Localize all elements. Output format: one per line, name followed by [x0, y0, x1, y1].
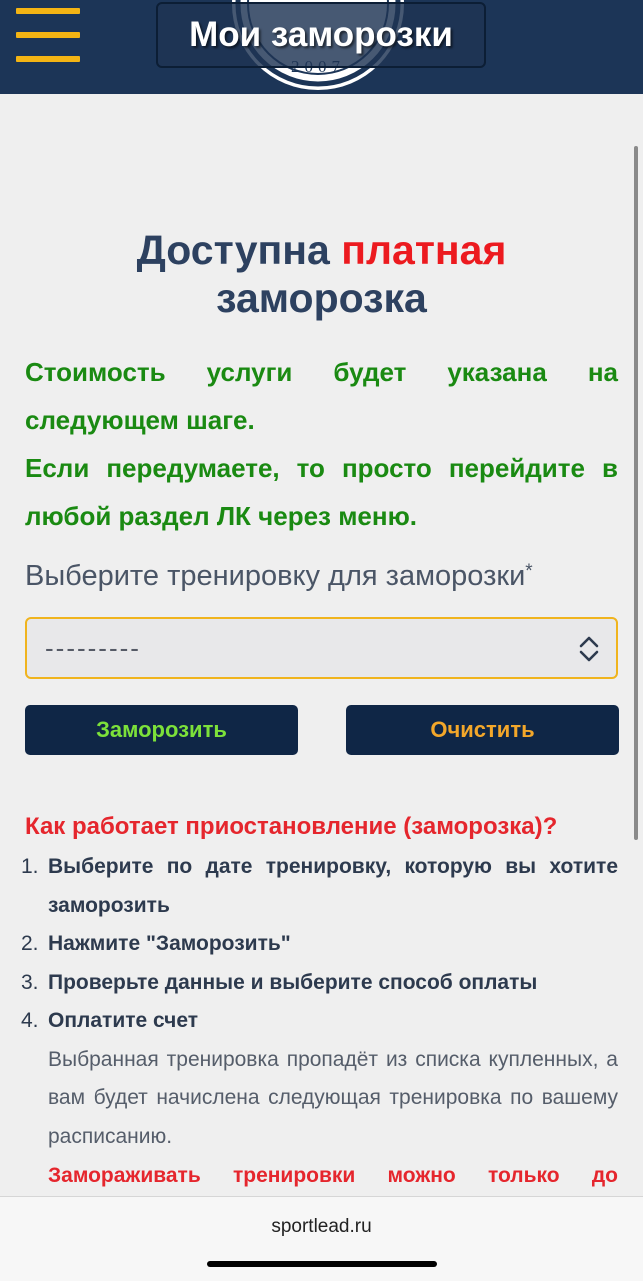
clear-button[interactable]: Очистить: [346, 705, 619, 755]
step-text: Оплатите счет: [48, 1009, 199, 1032]
select-label-text: Выберите тренировку для заморозки: [25, 560, 526, 592]
heading-text-start: Доступна: [136, 227, 342, 273]
step-text: Нажмите "Заморозить": [48, 932, 291, 955]
steps-list: 1. Выберите по дате тренировку, которую …: [21, 848, 618, 1156]
step-number: 2.: [21, 932, 39, 955]
list-item: 4. Оплатите счет Выбранная тренировка пр…: [21, 1002, 618, 1156]
freeze-button[interactable]: Заморозить: [25, 705, 298, 755]
training-select-value: ---------: [45, 633, 141, 663]
step-text: Выберите по дате тренировку, которую вы …: [48, 855, 618, 917]
list-item: 2. Нажмите "Заморозить": [21, 925, 618, 964]
freeze-warning: Замораживать тренировки можно только до: [48, 1164, 618, 1187]
heading-accent: платная: [341, 227, 507, 273]
training-select[interactable]: ---------: [25, 617, 618, 679]
list-item: 3. Проверьте данные и выберите способ оп…: [21, 964, 618, 1003]
step-number: 4.: [21, 1009, 39, 1032]
required-mark: *: [525, 561, 533, 582]
heading-text-end: заморозка: [216, 275, 427, 321]
hamburger-menu-icon[interactable]: [16, 8, 80, 66]
browser-bottom-bar: sportlead.ru: [0, 1196, 643, 1281]
step-number: 3.: [21, 970, 39, 994]
address-bar-url[interactable]: sportlead.ru: [0, 1216, 643, 1238]
app-header: 2007 Мои заморозки: [0, 0, 643, 94]
step-number: 1.: [21, 855, 39, 878]
list-item: 1. Выберите по дате тренировку, которую …: [21, 848, 618, 925]
info-block: Стоимость услуги будет указана на следую…: [25, 348, 618, 540]
info-cancel-note: Если передумаете, то просто перейдите в …: [25, 453, 618, 531]
page-title-plate: Мои заморозки: [156, 2, 486, 68]
freeze-heading: Доступна платная заморозка: [0, 226, 643, 322]
home-indicator[interactable]: [207, 1261, 437, 1267]
select-label: Выберите тренировку для заморозки*: [25, 556, 625, 596]
step-text: Проверьте данные и выберите способ оплат…: [48, 970, 538, 994]
chevron-up-down-icon: [579, 636, 599, 662]
step-note: Выбранная тренировка пропадёт из списка …: [48, 1047, 618, 1148]
how-it-works-title: Как работает приостановление (заморозка)…: [25, 813, 558, 840]
info-cost-note: Стоимость услуги будет указана на следую…: [25, 357, 618, 435]
page-title: Мои заморозки: [189, 15, 453, 54]
